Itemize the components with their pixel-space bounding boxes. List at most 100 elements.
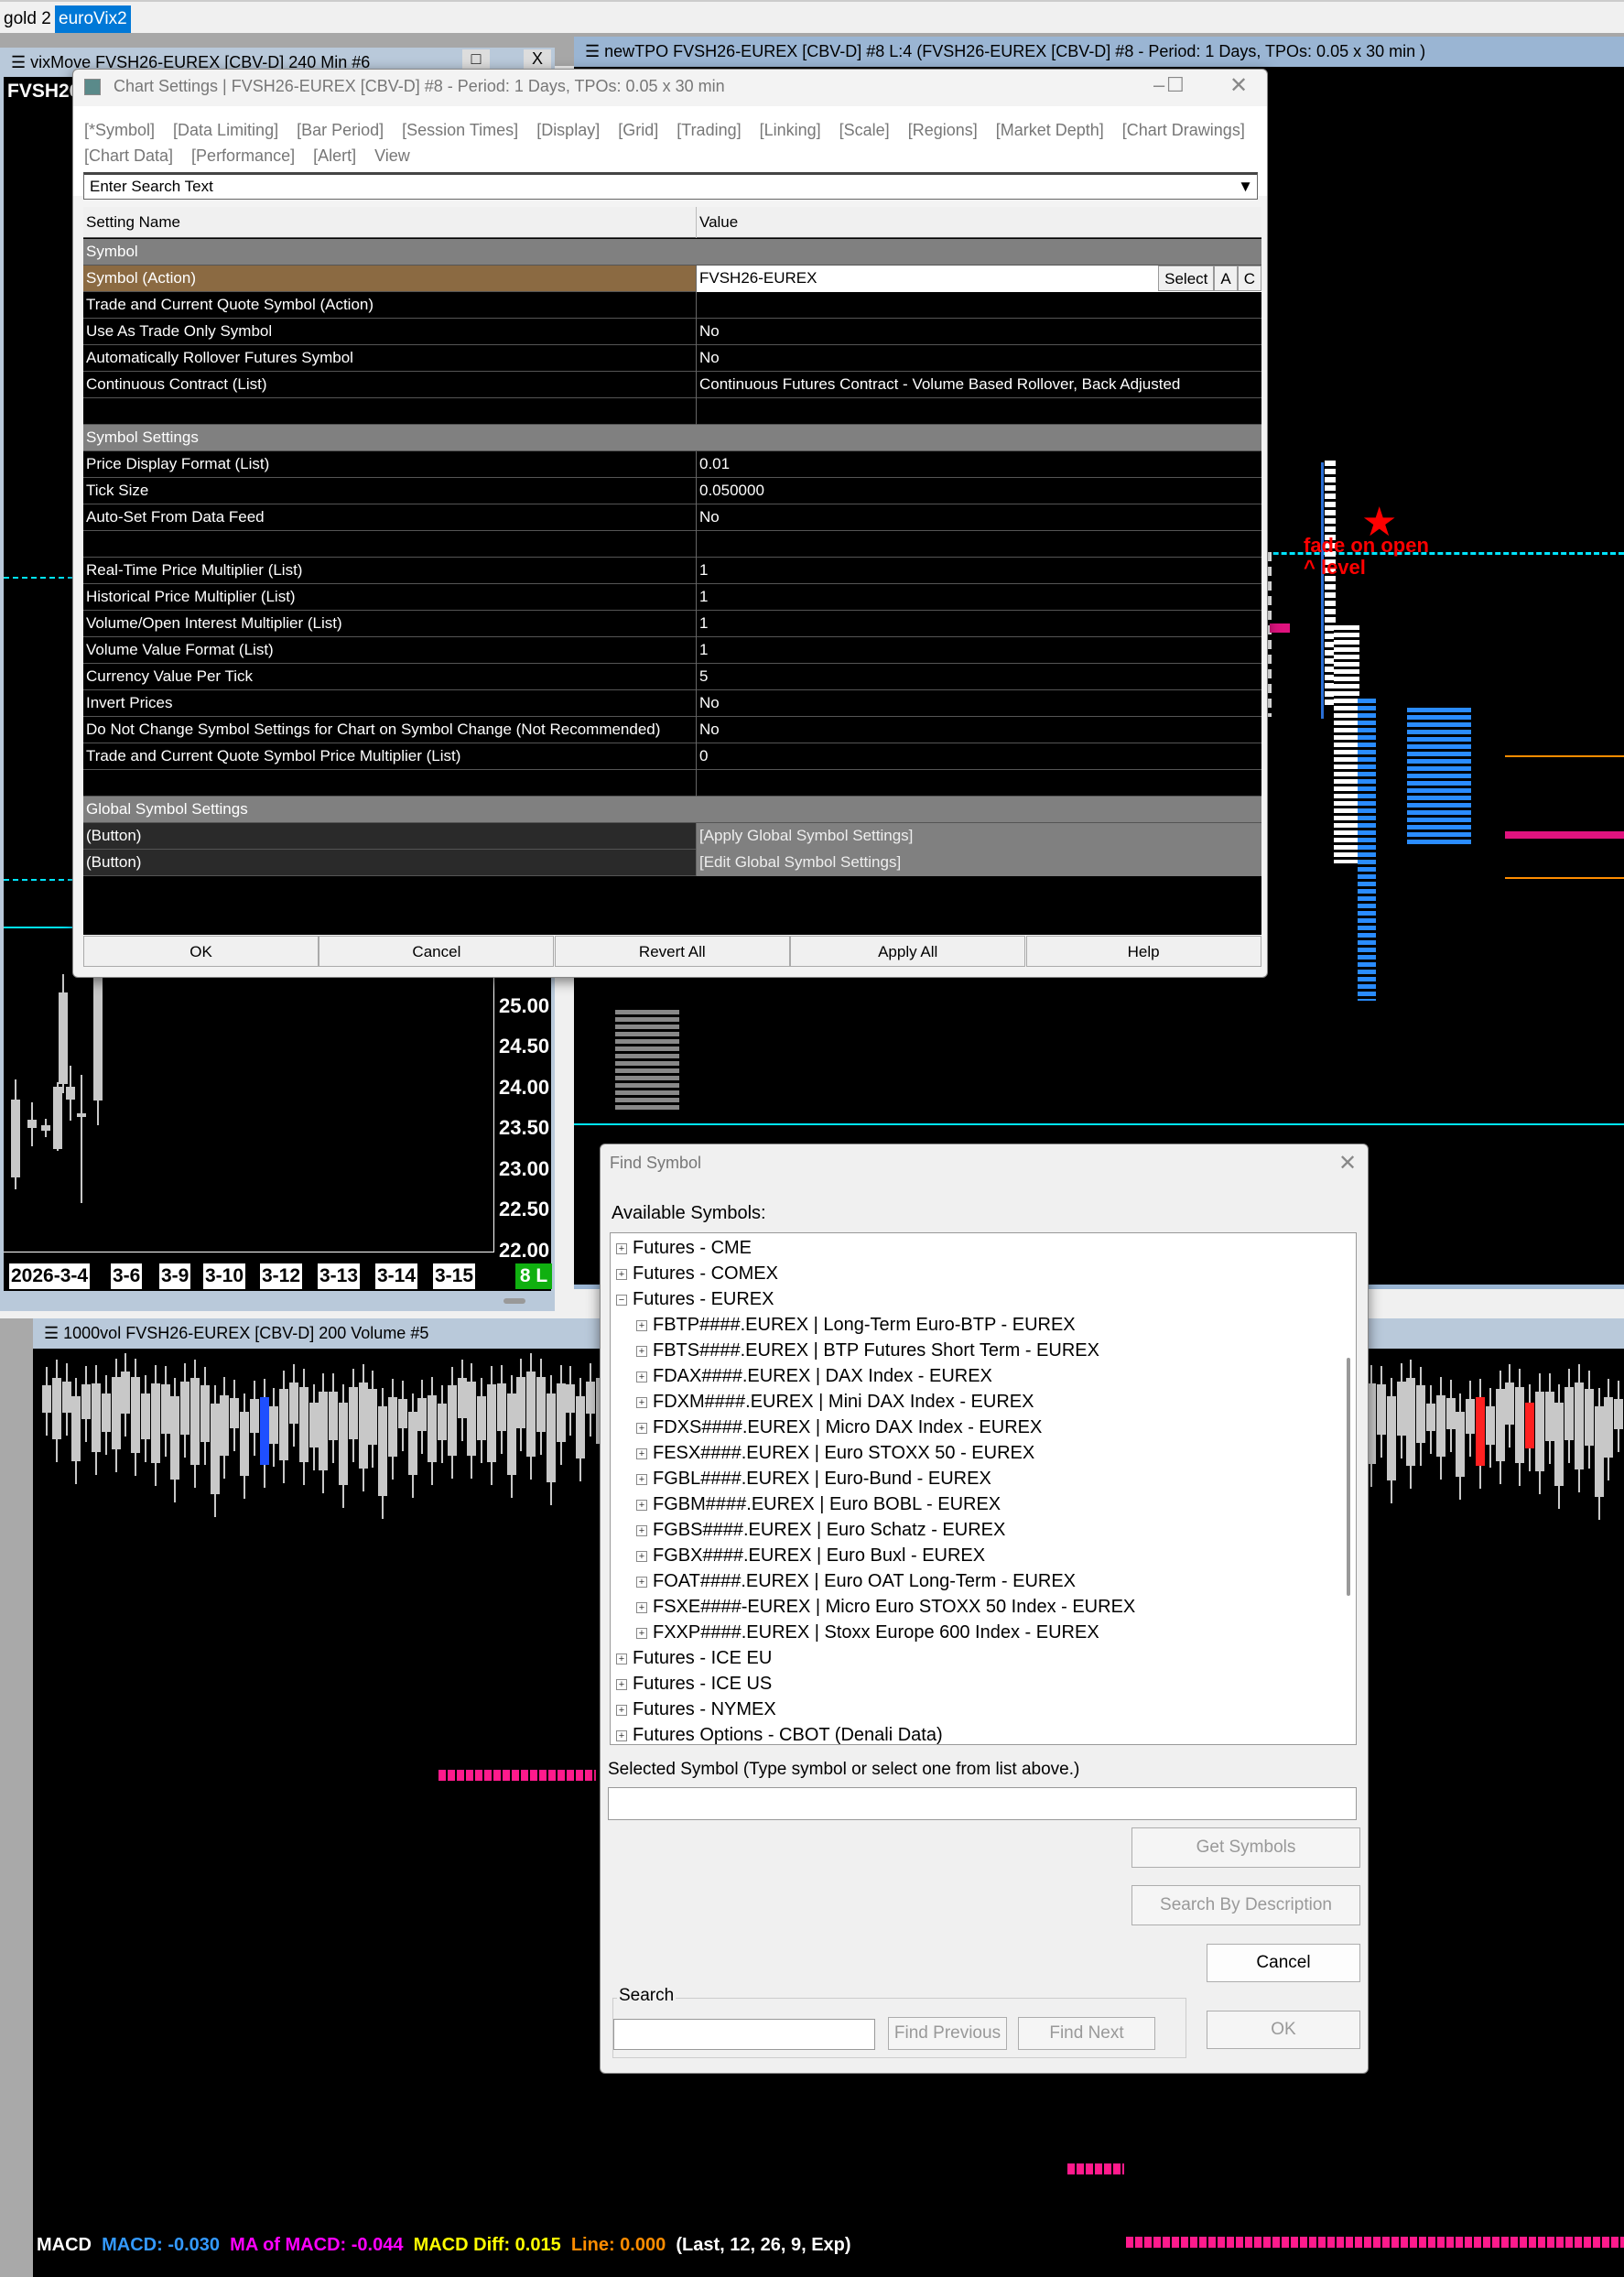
tab-eurovix2[interactable]: euroVix2	[55, 5, 131, 33]
find-previous-button[interactable]: Find Previous	[888, 2017, 1007, 2050]
expand-icon[interactable]: +	[636, 1473, 647, 1485]
expand-icon[interactable]: +	[616, 1268, 627, 1280]
settings-tab[interactable]: [Bar Period]	[297, 121, 384, 139]
symbol-tree-item[interactable]: + FDAX####.EUREX | DAX Index - EUREX	[616, 1363, 1330, 1389]
settings-row[interactable]: (Button) [Edit Global Symbol Settings]	[83, 850, 1261, 876]
symbol-tree-item[interactable]: + FSXE####-EUREX | Micro Euro STOXX 50 In…	[616, 1594, 1330, 1620]
scrollbar-thumb[interactable]	[1347, 1358, 1350, 1596]
symbol-tree-item[interactable]: + FGBL####.EUREX | Euro-Bund - EUREX	[616, 1466, 1330, 1491]
expand-icon[interactable]: +	[636, 1422, 647, 1434]
symbol-tree-item[interactable]: + FGBX####.EUREX | Euro Buxl - EUREX	[616, 1543, 1330, 1568]
settings-group-row[interactable]: Global Symbol Settings	[83, 797, 1261, 823]
expand-icon[interactable]: +	[636, 1601, 647, 1613]
settings-tab[interactable]: [Chart Drawings]	[1122, 121, 1245, 139]
settings-row[interactable]: Real-Time Price Multiplier (List) 1	[83, 558, 1261, 584]
settings-row[interactable]: Do Not Change Symbol Settings for Chart …	[83, 717, 1261, 743]
close-icon[interactable]: ✕	[1338, 1150, 1357, 1176]
help-button[interactable]: Help	[1025, 936, 1261, 967]
expand-icon[interactable]: +	[636, 1371, 647, 1382]
symbol-tree-item[interactable]: + FGBS####.EUREX | Euro Schatz - EUREX	[616, 1517, 1330, 1543]
settings-tab[interactable]: [Market Depth]	[996, 121, 1104, 139]
get-symbols-button[interactable]: Get Symbols	[1131, 1827, 1360, 1868]
expand-icon[interactable]: +	[636, 1524, 647, 1536]
settings-row[interactable]: Tick Size 0.050000	[83, 478, 1261, 504]
settings-row[interactable]: Currency Value Per Tick 5	[83, 664, 1261, 690]
settings-tab[interactable]: [Display]	[536, 121, 600, 139]
ok-button[interactable]: OK	[83, 936, 319, 967]
settings-search-input[interactable]: Enter Search Text ▼	[83, 172, 1258, 200]
tab-gold-2[interactable]: gold 2	[0, 5, 55, 33]
find-next-button[interactable]: Find Next	[1018, 2017, 1155, 2050]
minimize-icon[interactable]: –	[1153, 73, 1164, 97]
expand-icon[interactable]: +	[616, 1729, 627, 1741]
collapse-icon[interactable]: −	[616, 1294, 627, 1306]
scroll-handle[interactable]	[503, 1298, 525, 1304]
settings-row[interactable]: Price Display Format (List) 0.01	[83, 451, 1261, 478]
close-icon[interactable]: ✕	[1229, 72, 1248, 99]
settings-tab[interactable]: [Scale]	[839, 121, 890, 139]
settings-row[interactable]: Trade and Current Quote Symbol (Action)	[83, 292, 1261, 319]
setting-value[interactable]: [Edit Global Symbol Settings]	[696, 850, 1261, 876]
settings-row[interactable]: (Button) [Apply Global Symbol Settings]	[83, 823, 1261, 850]
symbol-tree-group[interactable]: + Futures - ICE EU	[616, 1645, 1330, 1671]
symbol-tree[interactable]: + Futures - CME + Futures - COMEX − Futures -…	[610, 1232, 1357, 1745]
settings-tab[interactable]: [Performance]	[191, 146, 295, 165]
symbol-tree-group[interactable]: + Futures - CME	[616, 1235, 1330, 1261]
expand-icon[interactable]: +	[636, 1499, 647, 1511]
expand-icon[interactable]: +	[636, 1550, 647, 1562]
expand-icon[interactable]: +	[636, 1627, 647, 1639]
settings-row[interactable]: Symbol (Action) FVSH26-EUREX Select A C	[83, 266, 1261, 292]
settings-row[interactable]	[83, 770, 1261, 797]
symbol-tree-item[interactable]: + FDXS####.EUREX | Micro DAX Index - EURE…	[616, 1415, 1330, 1440]
symbol-tree-item[interactable]: + FXXP####.EUREX | Stoxx Europe 600 Index…	[616, 1620, 1330, 1645]
settings-row[interactable]	[83, 398, 1261, 425]
settings-row[interactable]: Auto-Set From Data Feed No	[83, 504, 1261, 531]
settings-row[interactable]: Invert Prices No	[83, 690, 1261, 717]
expand-icon[interactable]: +	[636, 1319, 647, 1331]
ok-button[interactable]: OK	[1207, 2011, 1360, 2049]
settings-tab[interactable]: View	[374, 146, 410, 165]
revert-all-button[interactable]: Revert All	[554, 936, 790, 967]
settings-row[interactable]	[83, 531, 1261, 558]
search-input[interactable]	[613, 2019, 875, 2050]
symbol-tree-item[interactable]: + FDXM####.EUREX | Mini DAX Index - EUREX	[616, 1389, 1330, 1415]
expand-icon[interactable]: +	[616, 1653, 627, 1664]
settings-row[interactable]: Use As Trade Only Symbol No	[83, 319, 1261, 345]
expand-icon[interactable]: +	[616, 1704, 627, 1716]
settings-row[interactable]: Volume Value Format (List) 1	[83, 637, 1261, 664]
expand-icon[interactable]: +	[616, 1678, 627, 1690]
settings-group-row[interactable]: Symbol	[83, 239, 1261, 266]
settings-tab[interactable]: [*Symbol]	[84, 121, 155, 139]
symbol-tree-group[interactable]: + Futures Options - CBOT (Denali Data)	[616, 1722, 1330, 1748]
settings-row[interactable]: Continuous Contract (List) Continuous Fut…	[83, 372, 1261, 398]
settings-row[interactable]: Trade and Current Quote Symbol Price Mul…	[83, 743, 1261, 770]
symbol-tree-item[interactable]: + FBTP####.EUREX | Long-Term Euro-BTP - E…	[616, 1312, 1330, 1338]
symbol-tree-item[interactable]: + FOAT####.EUREX | Euro OAT Long-Term - E…	[616, 1568, 1330, 1594]
cancel-button[interactable]: Cancel	[319, 936, 555, 967]
expand-icon[interactable]: +	[636, 1576, 647, 1588]
settings-tab[interactable]: [Session Times]	[402, 121, 518, 139]
settings-row[interactable]: Volume/Open Interest Multiplier (List) 1	[83, 611, 1261, 637]
selected-symbol-input[interactable]	[608, 1787, 1357, 1820]
apply-all-button[interactable]: Apply All	[790, 936, 1026, 967]
symbol-tree-group[interactable]: + Futures - ICE US	[616, 1671, 1330, 1697]
search-by-description-button[interactable]: Search By Description	[1131, 1885, 1360, 1925]
expand-icon[interactable]: +	[636, 1345, 647, 1357]
settings-tab[interactable]: [Grid]	[618, 121, 658, 139]
symbol-tree-item[interactable]: + FESX####.EUREX | Euro STOXX 50 - EUREX	[616, 1440, 1330, 1466]
settings-tab[interactable]: [Linking]	[760, 121, 821, 139]
symbol-select-button[interactable]: Select	[1158, 266, 1215, 291]
symbol-tree-group[interactable]: + Futures - NYMEX	[616, 1697, 1330, 1722]
settings-tab[interactable]: [Alert]	[313, 146, 356, 165]
symbol-c-button[interactable]: C	[1237, 266, 1261, 291]
settings-row[interactable]: Historical Price Multiplier (List) 1	[83, 584, 1261, 611]
settings-tab[interactable]: [Trading]	[677, 121, 741, 139]
symbol-tree-item[interactable]: + FGBM####.EUREX | Euro BOBL - EUREX	[616, 1491, 1330, 1517]
symbol-tree-group[interactable]: + Futures - COMEX	[616, 1261, 1330, 1286]
symbol-a-button[interactable]: A	[1214, 266, 1238, 291]
settings-tab[interactable]: [Chart Data]	[84, 146, 173, 165]
settings-row[interactable]: Automatically Rollover Futures Symbol No	[83, 345, 1261, 372]
symbol-tree-item[interactable]: + FBTS####.EUREX | BTP Futures Short Term…	[616, 1338, 1330, 1363]
settings-tab[interactable]: [Regions]	[908, 121, 978, 139]
expand-icon[interactable]: +	[636, 1448, 647, 1459]
